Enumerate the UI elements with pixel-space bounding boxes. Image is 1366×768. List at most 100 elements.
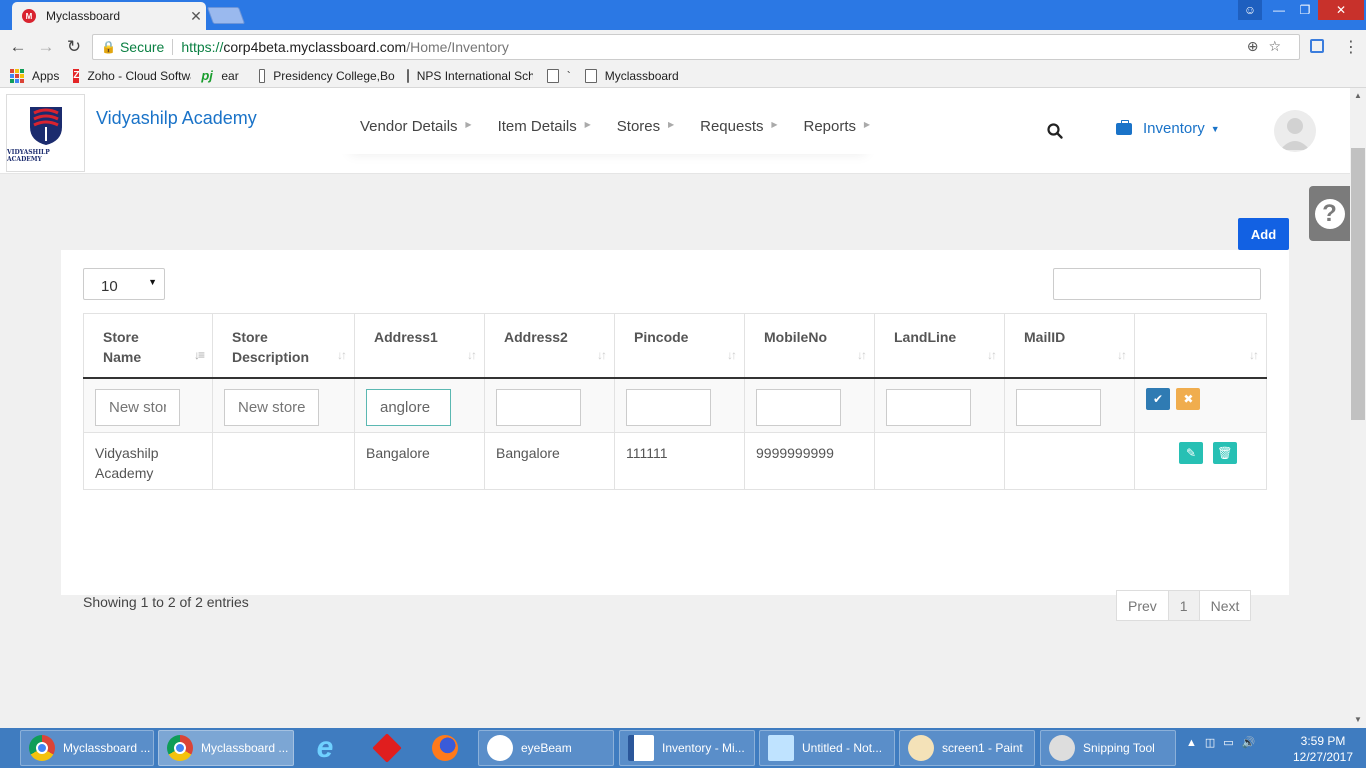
new-tab-button[interactable]: [206, 7, 246, 24]
bookmark-backtick[interactable]: `: [546, 68, 571, 83]
col-actions[interactable]: ↓↑: [1134, 313, 1267, 379]
nav-reports[interactable]: Reports ▶: [784, 110, 877, 154]
paint-palette-icon: [908, 735, 934, 761]
restore-icon[interactable]: ❐: [1292, 0, 1318, 20]
profile-icon[interactable]: ☺: [1238, 0, 1262, 20]
prev-page-button[interactable]: Prev: [1116, 590, 1169, 621]
url-path: /Home/Inventory: [406, 39, 509, 55]
save-check-icon[interactable]: ✔: [1146, 387, 1170, 410]
taskbar-notepad[interactable]: Untitled - Not...: [759, 730, 895, 766]
taskbar-ie[interactable]: e: [304, 730, 350, 766]
user-avatar[interactable]: [1274, 110, 1316, 152]
myclassboard-favicon-icon: M: [22, 9, 36, 23]
bookmark-apps[interactable]: Apps: [10, 68, 59, 83]
taskbar-chrome-1[interactable]: Myclassboard ...: [20, 730, 154, 766]
scroll-up-icon[interactable]: ▲: [1350, 88, 1366, 104]
page-1-button[interactable]: 1: [1167, 590, 1200, 621]
pagination: Prev 1 Next: [1116, 590, 1252, 621]
tray-expand-icon[interactable]: ▲: [1186, 737, 1205, 749]
volume-icon[interactable]: 🔊: [1242, 737, 1264, 749]
taskbar-eyebeam[interactable]: eyeBeam: [478, 730, 614, 766]
address-bar[interactable]: 🔒 Secure https:// corp4beta.myclassboard…: [92, 34, 1300, 60]
caret-right-icon: ▶: [667, 120, 675, 129]
new-pincode-input[interactable]: [626, 388, 711, 426]
zoom-icon[interactable]: ⊕: [1247, 38, 1269, 54]
new-address2-input[interactable]: [496, 388, 581, 426]
network-icon[interactable]: ▭: [1223, 737, 1241, 749]
star-icon[interactable]: ☆: [1268, 38, 1291, 54]
new-store-name-input[interactable]: [95, 388, 180, 426]
next-page-button[interactable]: Next: [1198, 590, 1252, 621]
red-diamond-icon: [372, 733, 402, 763]
col-mailid[interactable]: MailID ↓↑: [1004, 313, 1135, 379]
tab-close-icon[interactable]: ✕: [186, 8, 206, 25]
taskbar-paint[interactable]: screen1 - Paint: [899, 730, 1035, 766]
extension-icon[interactable]: [1310, 39, 1324, 53]
nav-vendor-details[interactable]: Vendor Details ▶: [340, 110, 478, 154]
window-close-icon[interactable]: ✕: [1318, 0, 1364, 20]
apps-grid-icon: [10, 68, 24, 83]
school-crest-icon: [29, 107, 62, 145]
col-address1[interactable]: Address1 ↓↑: [354, 313, 485, 379]
taskbar-app-red[interactable]: [366, 730, 412, 766]
bookmark-ear[interactable]: pj ear: [201, 69, 238, 83]
reload-icon[interactable]: ↻: [60, 37, 88, 57]
bookmark-myclassboard[interactable]: Myclassboard: [584, 68, 679, 83]
add-store-button[interactable]: Add: [1238, 218, 1289, 250]
back-arrow-icon[interactable]: ←: [4, 37, 32, 57]
cancel-close-icon[interactable]: ✖: [1176, 387, 1201, 410]
new-mail-input[interactable]: [1016, 388, 1101, 426]
page-scrollbar[interactable]: ▲ ▼: [1350, 88, 1366, 728]
search-icon[interactable]: [1046, 122, 1064, 140]
taskbar-chrome-2[interactable]: Myclassboard ...: [158, 730, 294, 766]
col-landline[interactable]: LandLine ↓↑: [874, 313, 1005, 379]
school-name[interactable]: Vidyashilp Academy: [96, 108, 257, 129]
stores-table: Store Name ↓≡ Store Description ↓↑ Address1 ↓…: [83, 313, 1267, 490]
school-logo[interactable]: VIDYASHILP ACADEMY: [6, 94, 85, 172]
scrollbar-thumb[interactable]: [1351, 148, 1365, 420]
sort-icon: ↓↑: [857, 348, 867, 362]
nav-stores[interactable]: Stores ▶: [597, 110, 680, 154]
caret-right-icon: ▶: [584, 120, 591, 129]
logo-text: VIDYASHILP ACADEMY: [7, 149, 50, 163]
taskbar-firefox[interactable]: [424, 730, 470, 766]
help-tab[interactable]: ?: [1309, 186, 1350, 241]
chrome-icon: [29, 735, 55, 761]
table-row: Vidyashilp Academy Bangalore Bangalore 1…: [83, 432, 1267, 490]
col-address2[interactable]: Address2 ↓↑: [484, 313, 615, 379]
browser-menu-icon[interactable]: ⋮: [1343, 37, 1359, 57]
table-search-input[interactable]: [1053, 268, 1261, 300]
browser-tab[interactable]: M Myclassboard ✕: [12, 2, 206, 30]
sort-icon: ↓↑: [337, 348, 347, 362]
page-length-select[interactable]: 10 ▼: [83, 268, 165, 300]
word-document-icon: [628, 735, 654, 761]
col-mobileno[interactable]: MobileNo ↓↑: [744, 313, 875, 379]
col-store-name[interactable]: Store Name ↓≡: [83, 313, 213, 379]
taskbar-clock[interactable]: 3:59 PM 12/27/2017: [1292, 733, 1354, 765]
pencil-icon[interactable]: ✎: [1179, 442, 1203, 464]
app-header: VIDYASHILP ACADEMY Vidyashilp Academy Ve…: [0, 88, 1350, 174]
minimize-icon[interactable]: —: [1266, 0, 1292, 20]
new-mobile-input[interactable]: [756, 388, 841, 426]
sort-icon: ↓↑: [1117, 348, 1127, 362]
col-pincode[interactable]: Pincode ↓↑: [614, 313, 745, 379]
tray-device-icon[interactable]: ◫: [1205, 737, 1223, 749]
new-landline-input[interactable]: [886, 388, 971, 426]
eyebeam-icon: [487, 735, 513, 761]
col-store-description[interactable]: Store Description ↓↑: [212, 313, 355, 379]
nav-item-details[interactable]: Item Details ▶: [478, 110, 597, 154]
bookmark-presidency[interactable]: Presidency College,Bo: [258, 68, 395, 83]
taskbar-word[interactable]: Inventory - Mi...: [619, 730, 755, 766]
nav-requests[interactable]: Requests ▶: [680, 110, 783, 154]
forward-arrow-icon[interactable]: →: [32, 37, 60, 57]
scroll-down-icon[interactable]: ▼: [1350, 712, 1366, 728]
bookmark-zoho[interactable]: Z Zoho - Cloud Softwa: [73, 68, 191, 83]
bookmark-nps[interactable]: NPS International Sch: [406, 68, 533, 83]
inventory-menu[interactable]: Inventory ▼: [1116, 119, 1220, 137]
new-store-desc-input[interactable]: [224, 388, 319, 426]
new-address1-input[interactable]: [366, 388, 451, 426]
user-silhouette-icon: [1280, 118, 1310, 150]
taskbar-snipping[interactable]: Snipping Tool: [1040, 730, 1176, 766]
cell-pincode: 111111: [614, 432, 745, 490]
trash-icon[interactable]: 🗑: [1212, 442, 1237, 464]
